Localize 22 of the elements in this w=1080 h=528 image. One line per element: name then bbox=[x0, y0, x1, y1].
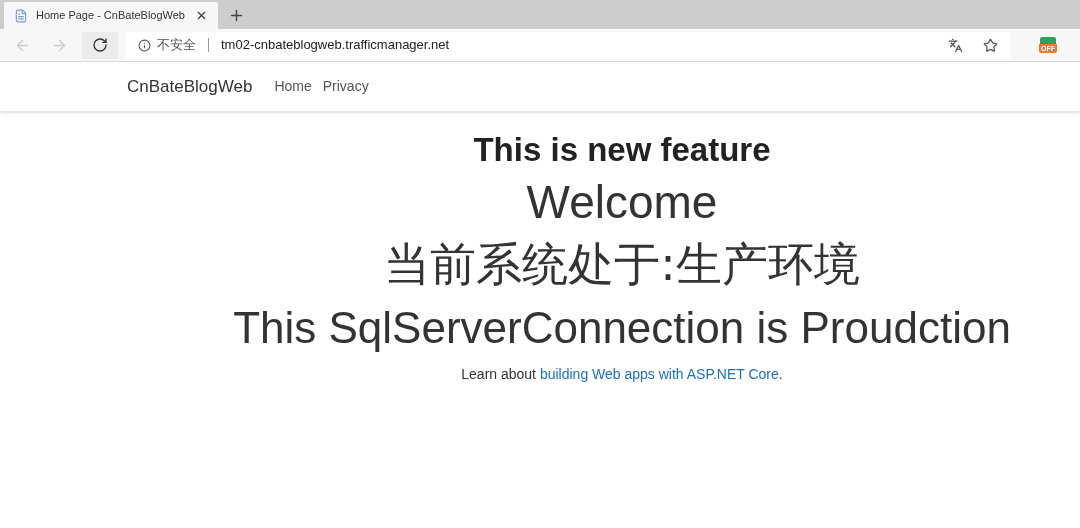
connection-title: This SqlServerConnection is Proudction bbox=[233, 302, 1011, 354]
info-icon bbox=[138, 38, 151, 52]
tab-title: Home Page - CnBateBlogWeb bbox=[36, 8, 186, 24]
nav-link[interactable]: Home bbox=[274, 76, 312, 97]
address-field[interactable]: 不安全 tm02-cnbateblogweb.trafficmanager.net bbox=[126, 31, 1010, 59]
welcome-title: Welcome bbox=[526, 175, 718, 230]
docs-link[interactable]: building Web apps with ASP.NET Core bbox=[539, 366, 779, 382]
translate-icon[interactable] bbox=[948, 37, 963, 53]
reload-button[interactable] bbox=[82, 31, 118, 59]
environment-title: 当前系统处于:生产环境 bbox=[384, 236, 860, 293]
feature-heading: This is new feature bbox=[473, 130, 771, 170]
close-icon[interactable] bbox=[195, 9, 208, 22]
brand-link[interactable]: CnBateBlogWeb bbox=[127, 73, 253, 100]
learn-sentence: Learn about building Web apps with ASP.NET Core. bbox=[461, 365, 783, 384]
browser-tab[interactable]: Home Page - CnBateBlogWeb bbox=[4, 2, 218, 29]
security-label: 不安全 bbox=[157, 36, 196, 55]
nav-link[interactable]: Privacy bbox=[322, 76, 369, 97]
reload-icon bbox=[92, 37, 108, 53]
bookmark-star-icon[interactable] bbox=[983, 37, 998, 53]
new-tab-icon[interactable] bbox=[228, 7, 245, 24]
url-text: tm02-cnbateblogweb.trafficmanager.net bbox=[221, 36, 451, 55]
page-icon bbox=[14, 8, 28, 23]
